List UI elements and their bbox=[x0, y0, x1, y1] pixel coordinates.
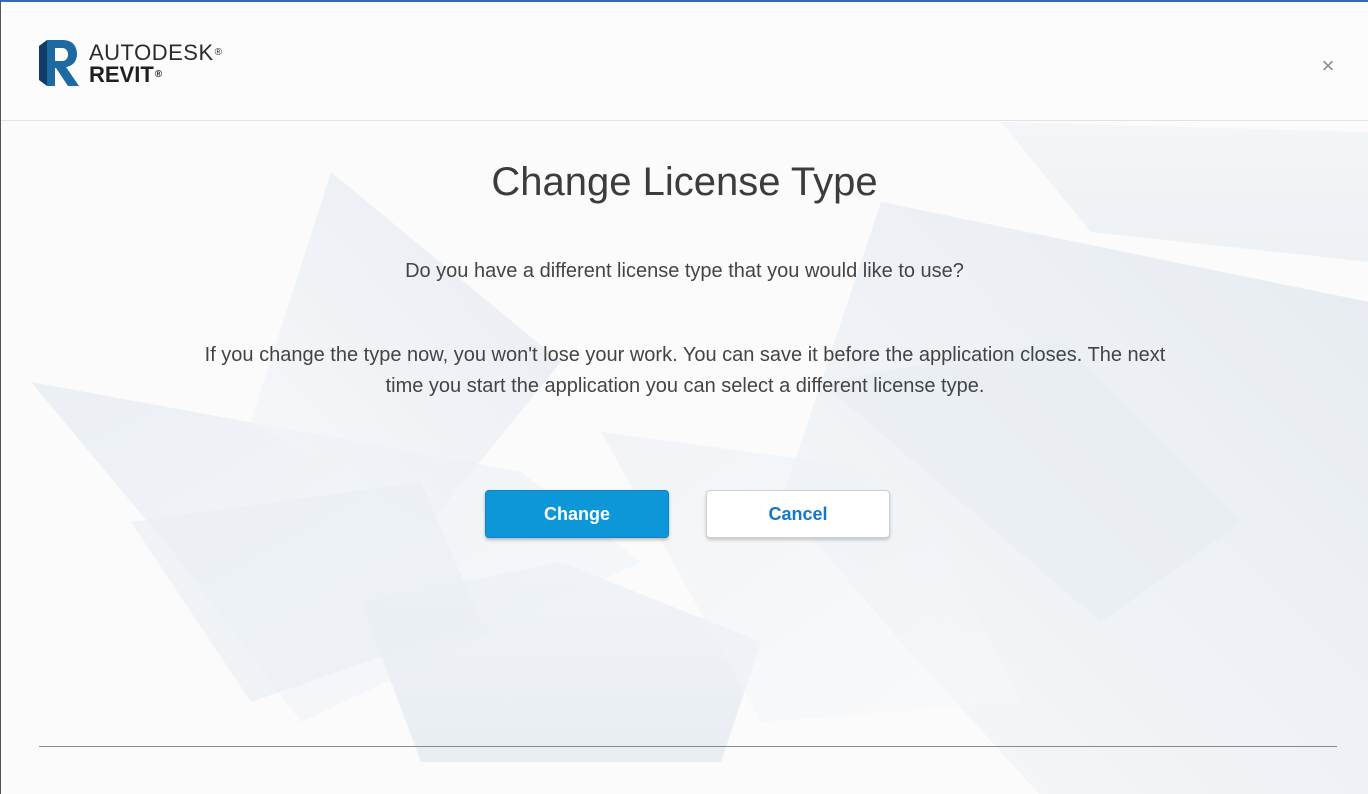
dialog-body-text: If you change the type now, you won't lo… bbox=[204, 344, 1166, 397]
brand-autodesk: AUTODESK® bbox=[89, 40, 223, 65]
change-button[interactable]: Change bbox=[485, 490, 669, 538]
cancel-button[interactable]: Cancel bbox=[706, 490, 890, 538]
footer-divider bbox=[39, 746, 1337, 747]
brand-revit: REVIT® bbox=[89, 62, 163, 87]
dialog-header: AUTODESK® REVIT® × bbox=[1, 2, 1368, 121]
dialog-question: Do you have a different license type tha… bbox=[405, 260, 964, 282]
revit-r-logo-icon bbox=[39, 40, 79, 86]
autodesk-revit-logo: AUTODESK® REVIT® bbox=[39, 40, 239, 100]
close-button[interactable]: × bbox=[1316, 53, 1340, 78]
dialog-title: Change License Type bbox=[491, 160, 878, 204]
close-icon: × bbox=[1321, 53, 1335, 78]
license-dialog-window: AUTODESK® REVIT® × Change License Type D… bbox=[0, 0, 1368, 794]
